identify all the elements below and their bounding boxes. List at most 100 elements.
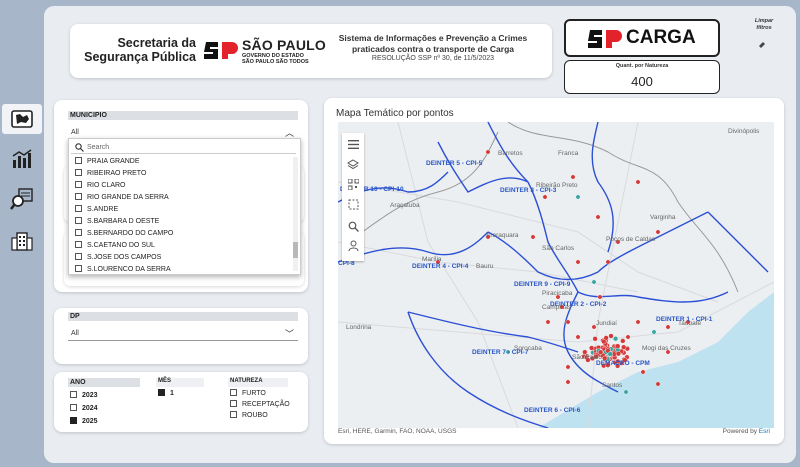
checkbox[interactable] — [75, 241, 82, 248]
natureza-option-roubo[interactable]: ROUBO — [230, 411, 268, 421]
map-canvas[interactable] — [338, 122, 774, 428]
system-title-line-1: Sistema de Informações e Prevenção a Cri… — [338, 33, 528, 43]
checkbox-checked[interactable] — [158, 389, 165, 396]
mes-label: MÊS — [158, 378, 172, 384]
incident-point[interactable] — [575, 334, 581, 340]
incident-point[interactable] — [613, 336, 619, 342]
list-item-label: PRAIA GRANDE — [87, 158, 140, 165]
clear-filters-button[interactable]: Limpar filtros — [744, 18, 784, 32]
incident-point[interactable] — [601, 339, 607, 345]
esri-link[interactable]: Esri — [759, 428, 770, 435]
incident-point[interactable] — [655, 229, 661, 235]
kpi-card: Quant. por Natureza 400 — [564, 60, 720, 94]
checkbox[interactable] — [230, 400, 237, 407]
ano-option-2024[interactable]: 2024 — [70, 404, 98, 414]
select-area-icon[interactable] — [345, 197, 361, 211]
list-item[interactable]: PRAIA GRANDE — [75, 157, 140, 167]
incident-point[interactable] — [565, 364, 571, 370]
checkbox[interactable] — [75, 229, 82, 236]
incident-point[interactable] — [635, 179, 641, 185]
list-item[interactable]: RIO GRANDE DA SERRA — [75, 193, 169, 203]
incident-point[interactable] — [595, 214, 601, 220]
city-label: Franca — [558, 150, 579, 157]
mes-option-1[interactable]: 1 — [158, 389, 174, 399]
incident-point[interactable] — [655, 381, 661, 387]
incident-point[interactable] — [605, 259, 611, 265]
incident-point[interactable] — [623, 389, 629, 395]
incident-point[interactable] — [608, 333, 614, 339]
list-item[interactable]: RIO CLARO — [75, 181, 126, 191]
checkbox[interactable] — [75, 205, 82, 212]
checkbox[interactable] — [75, 181, 82, 188]
qr-grid-icon[interactable] — [345, 177, 361, 191]
incident-point[interactable] — [665, 324, 671, 330]
user-location-icon[interactable] — [345, 239, 361, 253]
eraser-icon[interactable] — [758, 40, 766, 50]
magnifier-icon[interactable] — [6, 184, 38, 214]
logo-line-2: Segurança Pública — [84, 50, 196, 64]
city-label: Ribeirão Preto — [536, 182, 578, 189]
map-toolbar — [342, 133, 364, 261]
list-item[interactable]: S.LOURENCO DA SERRA — [75, 265, 171, 275]
incident-point[interactable] — [589, 345, 595, 351]
incident-point[interactable] — [565, 319, 571, 325]
incident-point[interactable] — [592, 336, 598, 342]
natureza-option-label: RECEPTAÇÃO — [242, 401, 290, 408]
incident-point[interactable] — [591, 279, 597, 285]
layers-icon[interactable] — [345, 157, 361, 171]
city-label: São Paulo — [572, 354, 602, 361]
incident-point[interactable] — [620, 338, 626, 344]
region-label: DEINTER 4 - CPI-4 — [412, 263, 469, 270]
map-icon[interactable] — [2, 104, 42, 134]
incident-point[interactable] — [565, 379, 571, 385]
checkbox[interactable] — [70, 391, 77, 398]
checkbox[interactable] — [75, 217, 82, 224]
list-item[interactable]: S.BARBARA D OESTE — [75, 217, 159, 227]
incident-point[interactable] — [545, 319, 551, 325]
incident-point[interactable] — [640, 369, 646, 375]
incident-point[interactable] — [625, 334, 631, 340]
ano-option-label: 2025 — [82, 418, 98, 425]
natureza-option-receptacao[interactable]: RECEPTAÇÃO — [230, 400, 290, 410]
incident-point[interactable] — [570, 174, 576, 180]
incident-point[interactable] — [530, 234, 536, 240]
checkbox[interactable] — [75, 253, 82, 260]
list-item[interactable]: RIBEIRAO PRETO — [75, 169, 146, 179]
system-title: Sistema de Informações e Prevenção a Cri… — [328, 33, 538, 65]
dp-select[interactable]: All ﹀ — [68, 327, 298, 341]
checkbox[interactable] — [75, 169, 82, 176]
ano-option-2023[interactable]: 2023 — [70, 391, 98, 401]
incident-point[interactable] — [615, 343, 621, 349]
incident-point[interactable] — [621, 344, 627, 350]
menu-icon[interactable] — [345, 137, 361, 151]
incident-point[interactable] — [597, 294, 603, 300]
city-label: Campinas — [542, 304, 572, 311]
incident-point[interactable] — [635, 319, 641, 325]
incident-point[interactable] — [615, 351, 622, 357]
checkbox[interactable] — [75, 193, 82, 200]
natureza-option-furto[interactable]: FURTO — [230, 389, 266, 399]
incident-point[interactable] — [607, 351, 613, 357]
checkbox[interactable] — [230, 389, 237, 396]
checkbox[interactable] — [75, 265, 82, 272]
municipio-search-input[interactable]: Search — [71, 141, 296, 154]
incident-point[interactable] — [651, 329, 657, 335]
checkbox[interactable] — [70, 404, 77, 411]
incident-point[interactable] — [575, 194, 581, 200]
ano-option-2025[interactable]: 2025 — [70, 417, 98, 427]
incident-point[interactable] — [485, 149, 491, 155]
list-item[interactable]: S.ANDRE — [75, 205, 118, 215]
checkbox[interactable] — [75, 157, 82, 164]
building-icon[interactable] — [6, 226, 38, 256]
incident-point[interactable] — [542, 194, 548, 200]
checkbox[interactable] — [230, 411, 237, 418]
list-item[interactable]: S.CAETANO DO SUL — [75, 241, 155, 251]
powered-by[interactable]: Powered by Esri — [723, 428, 770, 435]
bar-chart-icon[interactable] — [6, 144, 38, 174]
list-item[interactable]: S.BERNARDO DO CAMPO — [75, 229, 173, 239]
list-item[interactable]: S.JOSE DOS CAMPOS — [75, 253, 161, 263]
search-icon[interactable] — [345, 219, 361, 233]
incident-point[interactable] — [575, 259, 581, 265]
checkbox-checked[interactable] — [70, 417, 77, 424]
dropdown-scrollbar-thumb[interactable] — [293, 242, 298, 258]
